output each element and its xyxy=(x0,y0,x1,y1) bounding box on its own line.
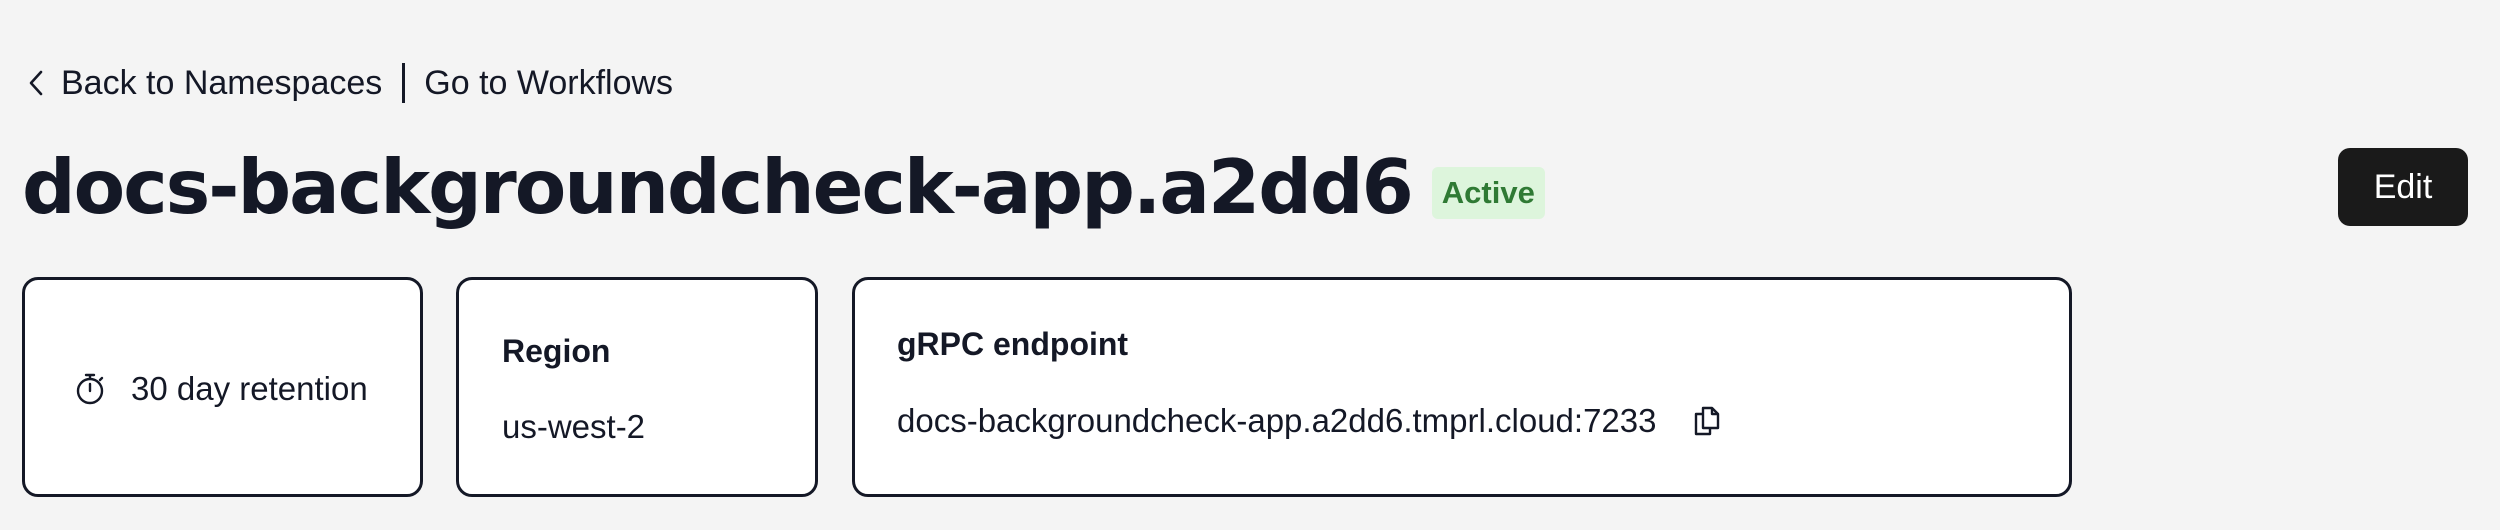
retention-text: 30 day retention xyxy=(131,370,368,407)
region-card: Region us-west-2 xyxy=(456,277,818,497)
grpc-endpoint-heading: gRPC endpoint xyxy=(897,326,1129,362)
title-row: docs-backgroundcheck-app.a2dd6 Active xyxy=(22,137,1545,237)
back-to-namespaces-label: Back to Namespaces xyxy=(61,63,383,102)
grpc-endpoint-card: gRPC endpoint docs-backgroundcheck-app.a… xyxy=(852,277,2072,497)
breadcrumb-divider xyxy=(402,63,406,103)
retention-card: 30 day retention xyxy=(22,277,423,497)
chevron-left-icon xyxy=(29,70,43,96)
status-badge: Active xyxy=(1431,167,1545,219)
edit-button[interactable]: Edit xyxy=(2338,148,2468,226)
retention-row: 30 day retention xyxy=(73,370,368,408)
stopwatch-icon xyxy=(76,373,104,405)
region-value: us-west-2 xyxy=(502,408,646,445)
copy-icon[interactable] xyxy=(1690,404,1724,438)
grpc-endpoint-row: docs-backgroundcheck-app.a2dd6.tmprl.clo… xyxy=(897,402,1724,440)
page-title: docs-backgroundcheck-app.a2dd6 xyxy=(22,142,1414,231)
breadcrumb: Back to Namespaces Go to Workflows xyxy=(27,58,673,108)
go-to-workflows-link[interactable]: Go to Workflows xyxy=(424,64,673,103)
back-to-namespaces-link[interactable]: Back to Namespaces xyxy=(27,64,382,103)
grpc-endpoint-value: docs-backgroundcheck-app.a2dd6.tmprl.clo… xyxy=(897,402,1657,439)
region-heading: Region xyxy=(502,333,611,369)
